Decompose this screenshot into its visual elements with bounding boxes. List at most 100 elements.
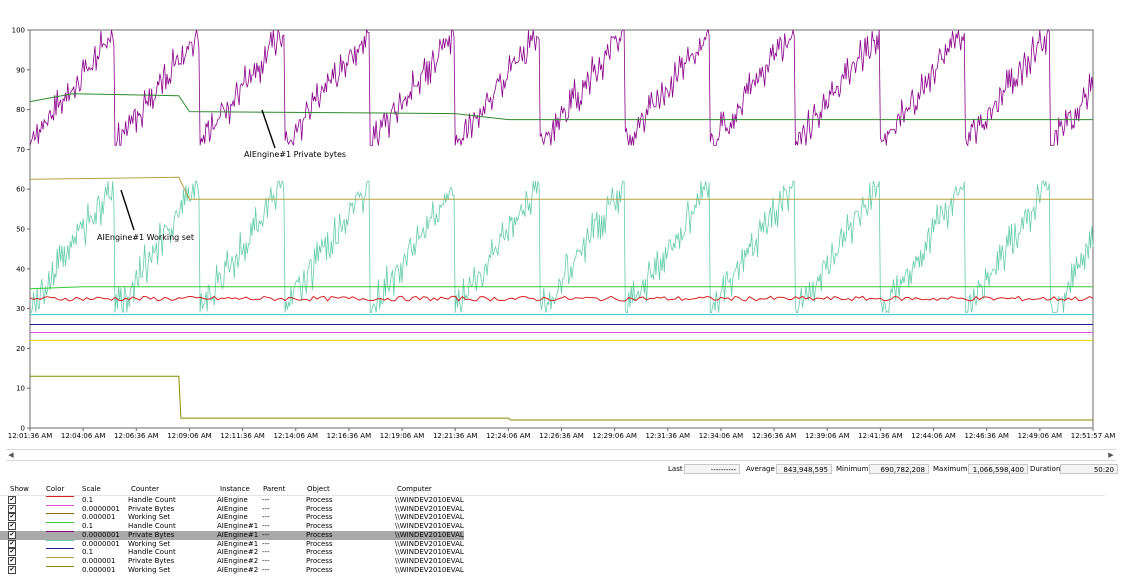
legend-row[interactable]: ✔ 0.000001 Working Set AIEngine#2 --- Process… <box>0 565 464 575</box>
scale-cell: 0.000001 <box>82 556 116 565</box>
computer-cell: \\WINDEV2010EVAL <box>395 504 464 513</box>
scale-cell: 0.1 <box>82 548 94 557</box>
legend-row[interactable]: ✔ 0.1 Handle Count AIEngine --- Process \\WIND… <box>0 496 464 505</box>
counter-legend: Show Color Scale Counter Instance Parent… <box>0 482 1123 582</box>
color-swatch <box>46 530 74 532</box>
show-checkbox[interactable]: ✔ <box>8 504 16 513</box>
counter-cell: Working Set <box>128 513 171 522</box>
instance-cell: AIEngine#1 <box>217 539 259 548</box>
last-value: ---------- <box>684 464 740 474</box>
instance-cell: AIEngine#2 <box>217 565 259 574</box>
parent-cell: --- <box>262 548 270 557</box>
x-tick-label: 12:31:36 AM <box>646 432 691 440</box>
object-cell: Process <box>306 504 333 513</box>
performance-graph[interactable]: 0102030405060708090100 12:01:36 AM 12:04:… <box>0 0 1123 445</box>
duration-value: 50:20 <box>1060 464 1118 474</box>
show-checkbox[interactable]: ✔ <box>8 513 16 522</box>
computer-cell: \\WINDEV2010EVAL <box>395 565 464 574</box>
counter-cell: Handle Count <box>128 548 176 557</box>
show-checkbox[interactable]: ✔ <box>8 530 16 539</box>
col-instance[interactable]: Instance <box>220 485 250 493</box>
x-tick-label: 12:09:06 AM <box>167 432 212 440</box>
object-cell: Process <box>306 556 333 565</box>
time-scrollbar[interactable]: ◀ ▶ <box>6 449 1116 461</box>
col-computer[interactable]: Computer <box>397 485 432 493</box>
color-swatch <box>46 496 74 497</box>
x-tick-label: 12:44:06 AM <box>911 432 956 440</box>
show-checkbox[interactable]: ✔ <box>8 556 16 565</box>
x-tick-label: 12:21:36 AM <box>433 432 478 440</box>
legend-row[interactable]: ✔ 0.1 Handle Count AIEngine#2 --- Process \\WI… <box>0 548 464 557</box>
instance-cell: AIEngine#2 <box>217 556 259 565</box>
parent-cell: --- <box>262 522 270 531</box>
scroll-left-icon[interactable]: ◀ <box>6 450 16 460</box>
object-cell: Process <box>306 565 333 574</box>
scale-cell: 0.000001 <box>82 513 116 522</box>
computer-cell: \\WINDEV2010EVAL <box>395 513 464 522</box>
counter-cell: Handle Count <box>128 522 176 531</box>
instance-cell: AIEngine <box>217 496 248 504</box>
y-tick-label: 100 <box>12 27 25 35</box>
x-tick-label: 12:41:36 AM <box>858 432 903 440</box>
parent-cell: --- <box>262 504 270 513</box>
x-tick-label: 12:01:36 AM <box>8 432 53 440</box>
x-tick-label: 12:34:06 AM <box>699 432 744 440</box>
annotation-label: AIEngine#1 Working set <box>97 233 194 242</box>
x-tick-label: 12:24:06 AM <box>486 432 531 440</box>
show-checkbox[interactable]: ✔ <box>8 548 16 557</box>
x-tick-label: 12:04:06 AM <box>61 432 106 440</box>
x-tick-label: 12:14:06 AM <box>274 432 319 440</box>
col-color[interactable]: Color <box>46 485 64 493</box>
legend-row[interactable]: ✔ 0.1 Handle Count AIEngine#1 --- Process \\WI… <box>0 522 464 531</box>
computer-cell: \\WINDEV2010EVAL <box>395 539 464 548</box>
legend-row[interactable]: ✔ 0.0000001 Private Bytes AIEngine --- Proces… <box>0 504 464 514</box>
instance-cell: AIEngine#2 <box>217 548 259 557</box>
show-checkbox[interactable]: ✔ <box>8 539 16 548</box>
scale-cell: 0.1 <box>82 522 94 531</box>
x-tick-label: 12:39:06 AM <box>805 432 850 440</box>
col-parent[interactable]: Parent <box>263 485 285 493</box>
scale-cell: 0.0000001 <box>82 539 120 548</box>
x-tick-label: 12:19:06 AM <box>380 432 425 440</box>
legend-row[interactable]: ✔ 0.000001 Private Bytes AIEngine#2 --- Proce… <box>0 556 464 566</box>
x-tick-label: 12:11:36 AM <box>220 432 265 440</box>
col-counter[interactable]: Counter <box>131 485 159 493</box>
col-object[interactable]: Object <box>307 485 330 493</box>
legend-row[interactable]: ✔ 0.0000001 Working Set AIEngine#1 --- Proces… <box>0 539 464 549</box>
object-cell: Process <box>306 548 333 557</box>
counter-cell: Working Set <box>128 565 171 574</box>
y-tick-label: 80 <box>16 106 25 114</box>
parent-cell: --- <box>262 539 270 548</box>
parent-cell: --- <box>262 496 270 504</box>
counter-cell: Private Bytes <box>128 530 175 539</box>
y-tick-label: 10 <box>16 385 25 393</box>
legend-row[interactable]: ✔ 0.0000001 Private Bytes AIEngine#1 --- Proc… <box>0 530 464 540</box>
parent-cell: --- <box>262 513 270 522</box>
col-show[interactable]: Show <box>10 485 29 493</box>
maximum-value: 1,066,598,400 <box>968 464 1028 474</box>
col-scale[interactable]: Scale <box>82 485 101 493</box>
scale-cell: 0.0000001 <box>82 530 120 539</box>
y-tick-label: 90 <box>16 66 25 74</box>
minimum-value: 690,782,208 <box>869 464 929 474</box>
x-tick-label: 12:06:36 AM <box>114 432 159 440</box>
show-checkbox[interactable]: ✔ <box>8 522 16 531</box>
color-swatch <box>46 556 74 558</box>
value-bar: Last ---------- Average 843,948,595 Mini… <box>0 463 1123 475</box>
instance-cell: AIEngine <box>217 504 248 513</box>
show-checkbox[interactable]: ✔ <box>8 565 16 574</box>
color-swatch <box>46 504 74 506</box>
show-checkbox[interactable]: ✔ <box>8 496 16 504</box>
counter-cell: Private Bytes <box>128 504 175 513</box>
scale-cell: 0.1 <box>82 496 94 504</box>
parent-cell: --- <box>262 565 270 574</box>
object-cell: Process <box>306 522 333 531</box>
scroll-right-icon[interactable]: ▶ <box>1106 450 1116 460</box>
y-tick-label: 20 <box>16 345 25 353</box>
legend-row[interactable]: ✔ 0.000001 Working Set AIEngine --- Process \\… <box>0 513 464 522</box>
counter-cell: Working Set <box>128 539 171 548</box>
object-cell: Process <box>306 513 333 522</box>
object-cell: Process <box>306 539 333 548</box>
parent-cell: --- <box>262 556 270 565</box>
y-tick-label: 60 <box>16 186 25 194</box>
